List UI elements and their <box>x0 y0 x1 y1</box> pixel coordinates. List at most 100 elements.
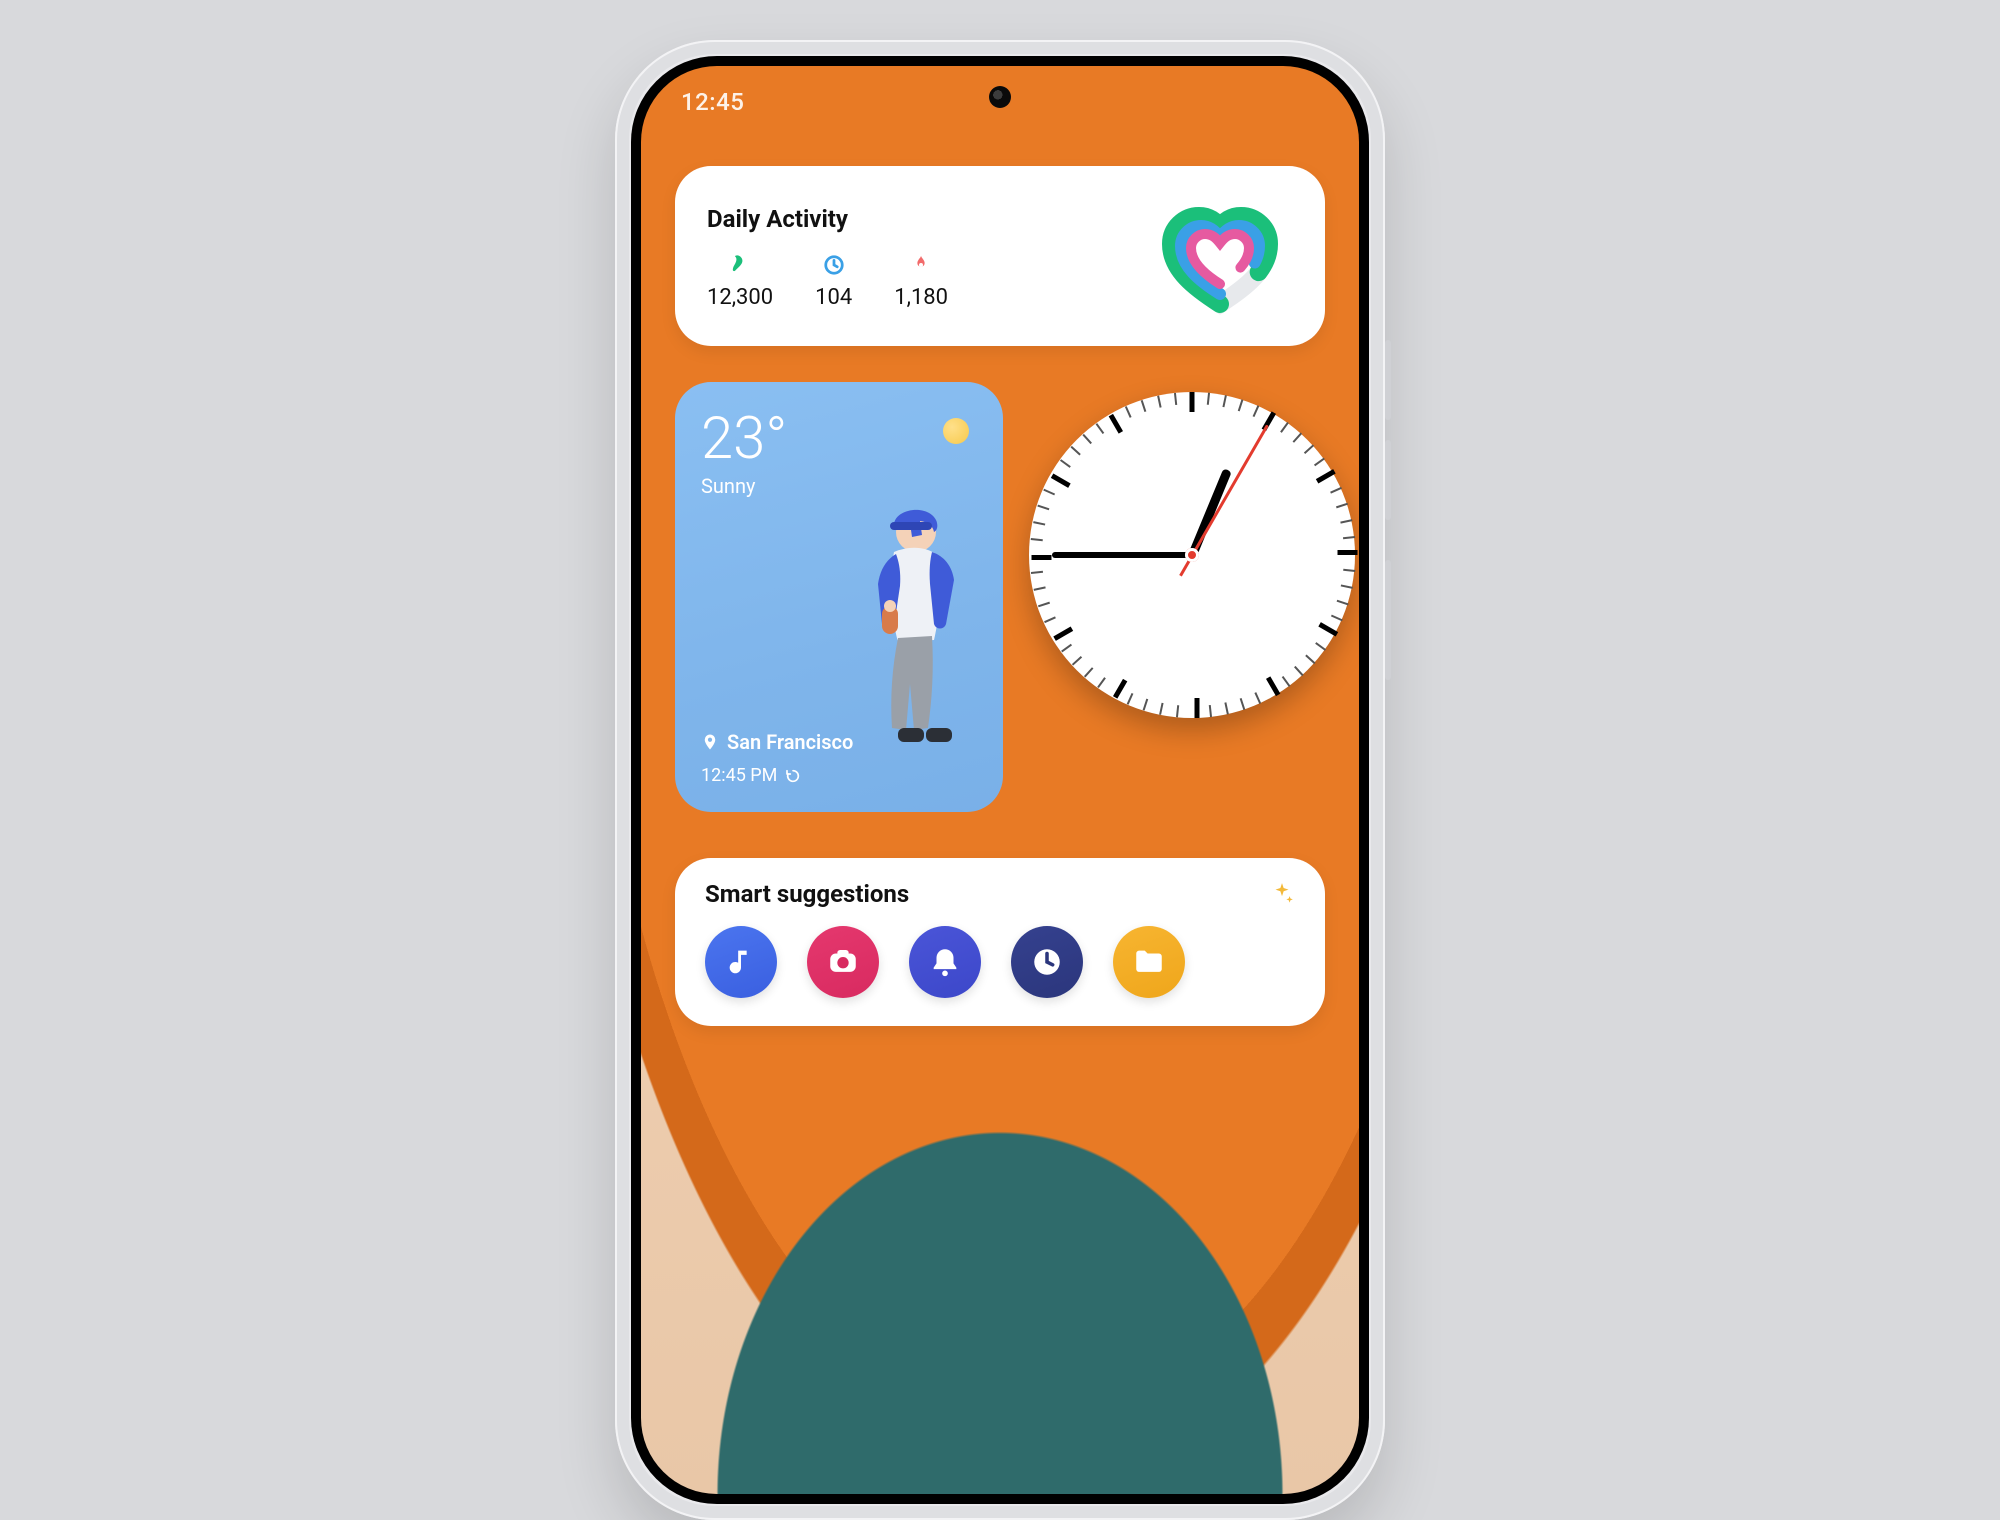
hour-hand <box>1188 468 1232 556</box>
clock-tick <box>1176 705 1179 717</box>
clock-tick <box>1060 459 1071 468</box>
clock-tick <box>1336 503 1348 509</box>
activity-stats: Daily Activity 12,300 <box>707 205 1155 310</box>
clock-tick <box>1224 702 1228 714</box>
clock-tick <box>1280 422 1289 433</box>
clock-tick <box>1330 487 1342 494</box>
clock-tick <box>1125 406 1132 418</box>
clock-tick <box>1195 698 1200 718</box>
clock-icon <box>1030 945 1064 979</box>
minute-hand <box>1052 552 1192 558</box>
clock-tick <box>1338 550 1358 555</box>
clock-tick <box>1044 616 1056 623</box>
volume-down-button[interactable] <box>1385 440 1391 520</box>
metric-calories: 1,180 <box>894 253 948 310</box>
metric-steps: 12,300 <box>707 253 773 310</box>
clock-tick <box>1316 469 1336 483</box>
music-note-icon <box>724 945 758 979</box>
clock-tick <box>1190 392 1195 412</box>
calories-value: 1,180 <box>894 285 948 310</box>
clock-tick <box>1294 666 1304 676</box>
weather-condition: Sunny <box>701 474 977 498</box>
clock-tick <box>1318 622 1338 636</box>
app-music[interactable] <box>705 926 777 998</box>
clock-tick <box>1337 600 1349 606</box>
clock-tick <box>1340 519 1352 523</box>
clock-tick <box>1141 400 1147 412</box>
clock-tick <box>1238 399 1244 411</box>
weather-widget[interactable]: 23° Sunny <box>675 382 1003 812</box>
weather-time-text: 12:45 PM <box>701 765 777 786</box>
clock-tick <box>1034 586 1046 590</box>
weather-temp: 23° <box>701 410 977 468</box>
clock-tick <box>1031 571 1043 574</box>
clock-tick <box>1159 703 1163 715</box>
daily-activity-widget[interactable]: Daily Activity 12,300 <box>675 166 1325 346</box>
clock-tick <box>1033 521 1045 525</box>
weather-time: 12:45 PM <box>701 765 801 786</box>
clock-tick <box>1032 555 1052 560</box>
camera-icon <box>826 945 860 979</box>
clock-tick <box>1061 644 1072 653</box>
clock-tick <box>1113 679 1127 699</box>
folder-icon <box>1132 945 1166 979</box>
smart-suggestions-widget[interactable]: Smart suggestions <box>675 858 1325 1026</box>
clock-tick <box>1053 627 1073 641</box>
clock-tick <box>1209 705 1212 717</box>
person-illustration <box>846 500 981 760</box>
app-clock[interactable] <box>1011 926 1083 998</box>
refresh-icon[interactable] <box>785 768 801 784</box>
clock-tick <box>1143 699 1149 711</box>
front-camera <box>989 86 1011 108</box>
clock-tick <box>1082 434 1092 444</box>
pin-icon <box>701 733 719 751</box>
clock-tick <box>1157 396 1161 408</box>
second-hand <box>1191 424 1269 555</box>
analog-clock-widget[interactable] <box>1029 382 1355 718</box>
bell-icon <box>928 945 962 979</box>
clock-pin <box>1185 548 1199 562</box>
activity-ring-icon <box>1155 192 1285 322</box>
clock-tick <box>1037 505 1049 511</box>
clock-tick <box>1314 458 1325 467</box>
metric-active-minutes: 104 <box>815 253 852 310</box>
steps-icon <box>728 253 752 277</box>
clock-face <box>1029 392 1355 718</box>
app-camera[interactable] <box>807 926 879 998</box>
clock-tick <box>1097 677 1106 688</box>
home-screen[interactable]: 12:45 Daily Activity 12,300 <box>641 66 1359 1494</box>
phone-bezel: 12:45 Daily Activity 12,300 <box>631 56 1369 1504</box>
sparkle-icon <box>1269 881 1295 907</box>
clock-tick <box>1266 676 1280 696</box>
app-notifications[interactable] <box>909 926 981 998</box>
clock-tick <box>1282 676 1291 687</box>
clock-tick <box>1253 405 1260 417</box>
suggested-apps-row <box>705 926 1295 998</box>
minutes-value: 104 <box>815 285 852 310</box>
clock-tick <box>1174 393 1177 405</box>
clock-tick <box>1305 655 1315 665</box>
power-button[interactable] <box>1385 560 1391 680</box>
clock-tick <box>1315 642 1326 651</box>
clock-tick <box>1038 602 1050 608</box>
sun-icon <box>943 418 969 444</box>
clock-tick <box>1031 538 1043 541</box>
clock-tick <box>1096 423 1105 434</box>
weather-location: San Francisco <box>701 730 853 754</box>
volume-up-button[interactable] <box>1385 340 1391 420</box>
clock-tick <box>1051 474 1071 488</box>
suggestions-title: Smart suggestions <box>705 880 909 908</box>
clock-tick <box>1109 414 1123 434</box>
clock-tick <box>1293 433 1303 443</box>
phone-frame: 12:45 Daily Activity 12,300 <box>615 40 1385 1520</box>
clock-tick <box>1343 536 1355 539</box>
clock-tick <box>1343 569 1355 572</box>
flame-icon <box>909 253 933 277</box>
clock-tick <box>1240 698 1246 710</box>
activity-title: Daily Activity <box>707 205 1155 233</box>
clock-tick <box>1341 584 1353 588</box>
clock-tick <box>1222 395 1226 407</box>
clock-tick <box>1254 692 1261 704</box>
widget-area: Daily Activity 12,300 <box>641 66 1359 1494</box>
app-files[interactable] <box>1113 926 1185 998</box>
